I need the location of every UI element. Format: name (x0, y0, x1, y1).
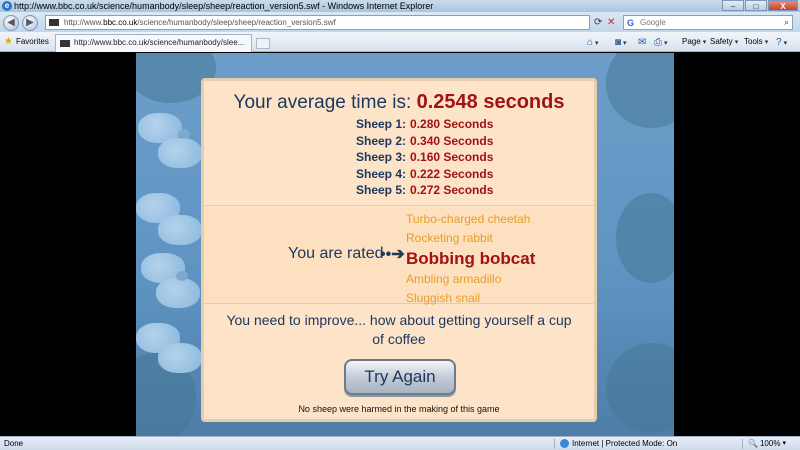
try-again-button[interactable]: Try Again (344, 359, 456, 395)
rating-option: Ambling armadillo (406, 272, 502, 286)
window-title: http://www.bbc.co.uk/science/humanbody/s… (14, 1, 434, 11)
sheep-decoration (158, 215, 202, 245)
address-input[interactable]: http://www.bbc.co.uk/science/humanbody/s… (45, 15, 590, 30)
address-toolbar: ◀ ▶ http://www.bbc.co.uk/science/humanbo… (0, 12, 800, 32)
divider (204, 303, 594, 304)
google-logo-icon: G (627, 18, 635, 28)
sheep-time-row: Sheep 2: 0.340 Seconds (356, 133, 494, 148)
tab-title: http://www.bbc.co.uk/science/humanbody/s… (74, 38, 245, 47)
tools-menu[interactable]: Tools ▾ (744, 37, 768, 46)
average-time-value: 0.2548 seconds (416, 91, 565, 113)
sheep-decoration (158, 138, 202, 168)
leaf-decoration (606, 53, 674, 128)
sheep-time-row: Sheep 1: 0.280 Seconds (356, 117, 494, 131)
help-icon: ? (776, 37, 782, 48)
rating-option-active: Bobbing bobcat (406, 249, 536, 268)
home-icon: ⌂ (587, 37, 594, 48)
globe-icon (560, 439, 569, 448)
status-separator (554, 439, 555, 449)
command-bar: ★ Favorites http://www.bbc.co.uk/science… (0, 32, 800, 52)
sheep-times-list: Sheep 1: 0.280 Seconds Sheep 2: 0.340 Seco… (356, 116, 493, 199)
help-menu[interactable]: ? ▾ (776, 37, 787, 48)
leaf-decoration (606, 343, 674, 433)
divider (204, 205, 594, 206)
results-panel: Your average time is: 0.2548 seconds She… (201, 78, 597, 422)
page-icon (60, 40, 70, 47)
url-path: /science/humanbody/sleep/sheep/reaction_… (137, 18, 336, 27)
rss-icon: ◙ (615, 37, 622, 48)
footnote: No sheep were harmed in the making of th… (298, 404, 500, 414)
security-zone[interactable]: Internet | Protected Mode: On (560, 437, 677, 450)
search-placeholder: Google (640, 18, 666, 27)
sheep-decoration (156, 278, 200, 308)
home-button[interactable]: ⌂ ▾ (587, 37, 599, 48)
zoom-control[interactable]: 🔍 100% ▾ (748, 437, 786, 450)
rating-option: Sluggish snail (406, 291, 481, 305)
average-time: Your average time is: 0.2548 seconds (233, 91, 565, 113)
window-title-bar: e http://www.bbc.co.uk/science/humanbody… (0, 0, 800, 12)
stop-icon[interactable]: ✕ (607, 17, 615, 29)
mail-icon: ✉ (638, 37, 647, 48)
star-icon: ★ (4, 36, 13, 47)
printer-icon: ⎙ (654, 37, 662, 48)
safety-menu[interactable]: Safety ▾ (710, 37, 738, 46)
page-menu[interactable]: Page ▾ (682, 37, 706, 46)
refresh-icon[interactable]: ⟳ (594, 17, 602, 29)
sheep-head-decoration (178, 129, 190, 139)
improvement-message: You need to improve... how about getting… (226, 312, 572, 347)
status-separator (742, 439, 743, 449)
print-button[interactable]: ⎙ ▾ (654, 37, 668, 48)
sheep-time-row: Sheep 4: 0.222 Seconds (356, 166, 494, 181)
rating-option: Rocketing rabbit (406, 231, 493, 245)
leaf-decoration (616, 193, 674, 283)
sheep-time-row: Sheep 3: 0.160 Seconds (356, 150, 494, 165)
favorites-button[interactable]: ★ Favorites (4, 36, 49, 47)
status-text: Done (4, 439, 24, 448)
url-domain: bbc.co.uk (103, 18, 138, 27)
zoom-icon: 🔍 (748, 439, 758, 448)
search-input[interactable]: G Google ⌕ (623, 15, 793, 30)
rating-scale: Turbo-charged cheetah Rocketing rabbit B… (406, 210, 535, 308)
mail-button[interactable]: ✉ (638, 37, 646, 48)
arrow-right-icon: ••➔ (380, 246, 405, 263)
minimize-button[interactable]: – (722, 0, 744, 11)
back-button[interactable]: ◀ (3, 15, 19, 31)
status-bar: Done Internet | Protected Mode: On 🔍 100… (0, 436, 800, 450)
sheep-head-decoration (176, 271, 188, 281)
sheep-decoration (158, 343, 202, 373)
search-icon[interactable]: ⌕ (784, 16, 789, 29)
browser-tab[interactable]: http://www.bbc.co.uk/science/humanbody/s… (55, 34, 252, 52)
close-button[interactable]: X (768, 0, 798, 11)
internet-explorer-icon: e (2, 1, 12, 11)
page-icon (49, 19, 59, 26)
sheep-time-row: Sheep 5: 0.272 Seconds (356, 183, 494, 198)
maximize-button[interactable]: □ (745, 0, 767, 11)
forward-button[interactable]: ▶ (22, 15, 38, 31)
feeds-button[interactable]: ◙ ▾ (615, 37, 627, 48)
rated-label: You are rated (288, 245, 384, 262)
window-controls: – □ X (722, 0, 798, 12)
rating-option: Turbo-charged cheetah (406, 212, 531, 226)
new-tab-button[interactable] (256, 38, 270, 49)
